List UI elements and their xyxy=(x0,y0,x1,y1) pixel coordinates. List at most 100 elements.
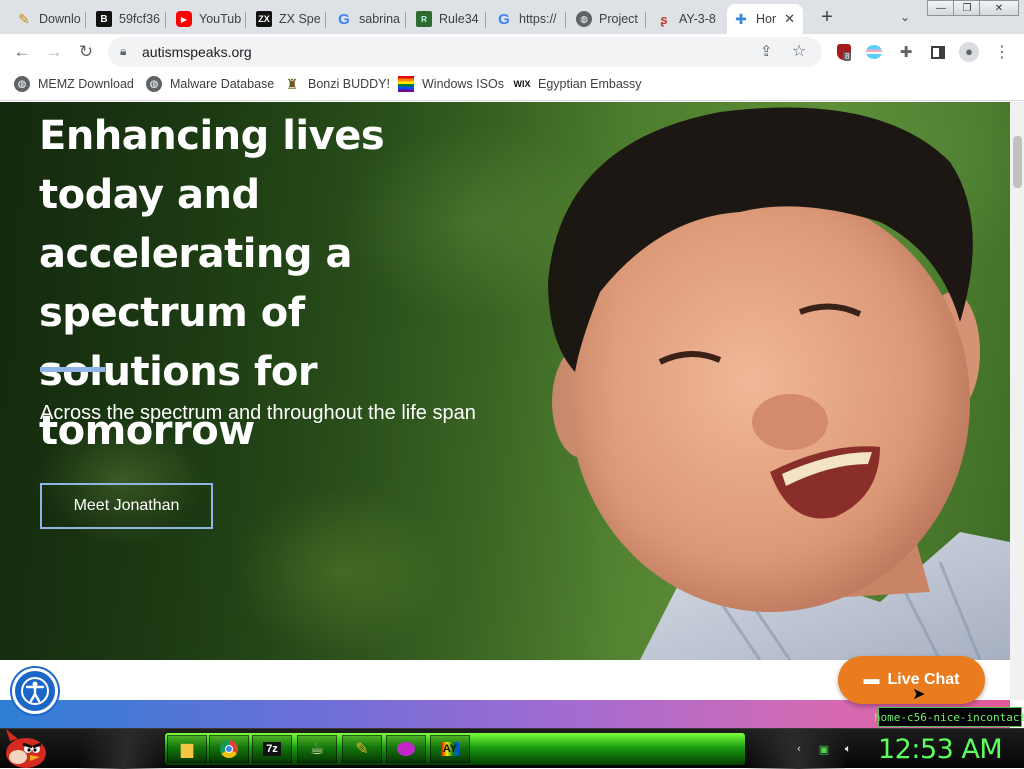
bookmark-egyptian-embassy[interactable]: WIX Egyptian Embassy xyxy=(514,76,642,92)
google-icon: G xyxy=(338,10,350,28)
bookmark-windows-isos[interactable]: Windows ISOs xyxy=(398,76,504,92)
angry-bird-start-button[interactable] xyxy=(2,725,50,769)
bookmark-label: Bonzi BUDDY! xyxy=(308,77,390,91)
wix-icon: WIX xyxy=(513,79,531,89)
page-viewport: Enhancing lives today and accelerating a… xyxy=(0,102,1010,700)
share-icon[interactable]: ⇪ xyxy=(760,42,773,60)
tab-memz[interactable]: ✎ Downlo xyxy=(10,4,86,34)
browser-toolbar: ← → ↻ 🔒︎ autismspeaks.org ⇪ ☆ 8 ✚ ● ⋮ xyxy=(0,34,1024,70)
tab-title: Project xyxy=(599,12,638,26)
maximize-button[interactable]: ❐ xyxy=(953,0,981,16)
taskbar-app-6[interactable] xyxy=(386,735,426,763)
back-button[interactable]: ← xyxy=(9,40,35,64)
close-tab-icon[interactable]: ✕ xyxy=(784,11,795,27)
bookmark-bonzi-buddy[interactable]: ♜ Bonzi BUDDY! xyxy=(284,76,390,92)
tab-rule34[interactable]: R Rule34 xyxy=(410,4,486,34)
folder-icon: ▆ xyxy=(180,741,194,758)
chrome-icon xyxy=(220,740,238,758)
youtube-icon: ▶ xyxy=(176,11,192,27)
hero-banner: Enhancing lives today and accelerating a… xyxy=(0,102,1010,660)
bookmark-label: MEMZ Download xyxy=(38,77,134,91)
taskbar-7zip[interactable]: 7z xyxy=(252,735,292,763)
tab-title: Rule34 xyxy=(439,12,479,26)
minimize-button[interactable]: — xyxy=(927,0,955,16)
menu-kebab-icon[interactable]: ⋮ xyxy=(992,42,1012,62)
pink-app-icon xyxy=(397,742,415,756)
globe-icon: ◍ xyxy=(146,76,162,92)
zx-icon: ZX xyxy=(256,11,272,27)
bookmark-label: Windows ISOs xyxy=(422,77,504,91)
chip-icon: ʂ xyxy=(660,11,668,27)
brand-gradient-bar xyxy=(0,700,1010,728)
tab-youtube[interactable]: ▶ YouTub xyxy=(170,4,246,34)
app-icon: ☕ xyxy=(309,741,325,758)
address-bar[interactable]: 🔒︎ autismspeaks.org ⇪ ☆ xyxy=(108,37,822,67)
google-icon: G xyxy=(498,10,510,28)
side-panel-icon[interactable] xyxy=(928,42,948,62)
tab-title: AY-3-8 xyxy=(679,12,716,26)
accessibility-icon xyxy=(21,677,49,705)
close-window-button[interactable]: ✕ xyxy=(979,0,1019,16)
tab-title: Hor xyxy=(756,12,777,26)
accessibility-button[interactable] xyxy=(12,668,58,714)
tab-title: https:// xyxy=(519,12,557,26)
bookmark-label: Egyptian Embassy xyxy=(538,77,642,91)
tab-59fcf36[interactable]: B 59fcf36 xyxy=(90,4,166,34)
taskbar: ▆ 7z ☕ ✎ AY ‹ ▣ 🔈︎ 12:53 AM xyxy=(0,725,1024,769)
vertical-scrollbar[interactable] xyxy=(1010,102,1024,700)
hero-divider xyxy=(40,367,105,372)
puzzle-icon: ✚ xyxy=(735,10,747,27)
url-text: autismspeaks.org xyxy=(142,44,252,60)
mouse-cursor-icon: ➤ xyxy=(912,686,926,703)
tab-zx-spectrum[interactable]: ZX ZX Spe xyxy=(250,4,326,34)
tab-title: Downlo xyxy=(39,12,81,26)
tab-sabrina[interactable]: G sabrina xyxy=(330,4,406,34)
bookmark-star-icon[interactable]: ☆ xyxy=(792,41,806,61)
tab-title: ZX Spe xyxy=(279,12,321,26)
hero-subheading: Across the spectrum and throughout the l… xyxy=(40,402,476,424)
scrollbar-thumb[interactable] xyxy=(1013,136,1022,188)
taskbar-chrome[interactable] xyxy=(209,735,249,763)
tab-project[interactable]: ◍ Project xyxy=(570,4,646,34)
meet-jonathan-button[interactable]: Meet Jonathan xyxy=(40,483,213,529)
pride-extension-icon[interactable] xyxy=(864,42,884,62)
taskbar-app-4[interactable]: ☕ xyxy=(297,735,337,763)
profile-avatar-icon[interactable]: ● xyxy=(959,42,979,62)
ublock-extension-icon[interactable]: 8 xyxy=(834,42,854,62)
chat-bubble-icon: ▬ xyxy=(863,671,880,688)
tray-chevron-icon[interactable]: ‹ xyxy=(792,742,806,756)
tab-search-chevron-icon[interactable]: ⌄ xyxy=(896,8,914,26)
windows-icon xyxy=(398,76,414,92)
tray-network-icon[interactable]: ▣ xyxy=(817,742,831,756)
taskbar-memz[interactable]: ✎ xyxy=(342,735,382,763)
taskbar-decor xyxy=(60,729,170,769)
ay-icon: AY xyxy=(440,742,460,756)
bookmark-label: Malware Database xyxy=(170,77,275,91)
taskbar-file-explorer[interactable]: ▆ xyxy=(167,735,207,763)
globe-icon: ◍ xyxy=(14,76,30,92)
extensions-puzzle-icon[interactable]: ✚ xyxy=(896,42,916,62)
tab-title: 59fcf36 xyxy=(119,12,161,26)
globe-icon: ◍ xyxy=(576,11,592,27)
memz-icon: ✎ xyxy=(355,741,369,758)
bookmark-memz-download[interactable]: ◍ MEMZ Download xyxy=(14,76,134,92)
forward-button[interactable]: → xyxy=(41,40,67,64)
rule34-icon: R xyxy=(416,11,432,27)
element-tooltip: home-c56-nice-incontact xyxy=(874,707,1024,727)
reload-button[interactable]: ↻ xyxy=(73,40,99,64)
tab-home-active[interactable]: ✚ Hor ✕ xyxy=(727,4,803,34)
tab-ay-3-8[interactable]: ʂ AY-3-8 xyxy=(650,4,726,34)
tab-title: YouTub xyxy=(199,12,242,26)
lock-icon[interactable]: 🔒︎ xyxy=(120,44,126,59)
tab-https[interactable]: G https:// xyxy=(490,4,566,34)
b-icon: B xyxy=(96,11,112,27)
tab-strip: ✎ Downlo B 59fcf36 ▶ YouTub ZX ZX Spe G … xyxy=(0,0,1024,34)
memz-icon: ✎ xyxy=(18,10,30,27)
taskbar-clock[interactable]: 12:53 AM xyxy=(878,734,1003,765)
taskbar-ay[interactable]: AY xyxy=(430,735,470,763)
bookmark-malware-database[interactable]: ◍ Malware Database xyxy=(146,76,274,92)
new-tab-button[interactable]: + xyxy=(816,6,838,28)
7zip-icon: 7z xyxy=(263,742,281,756)
tray-volume-icon[interactable]: 🔈︎ xyxy=(841,742,855,756)
bonzi-icon: ♜ xyxy=(285,75,299,92)
